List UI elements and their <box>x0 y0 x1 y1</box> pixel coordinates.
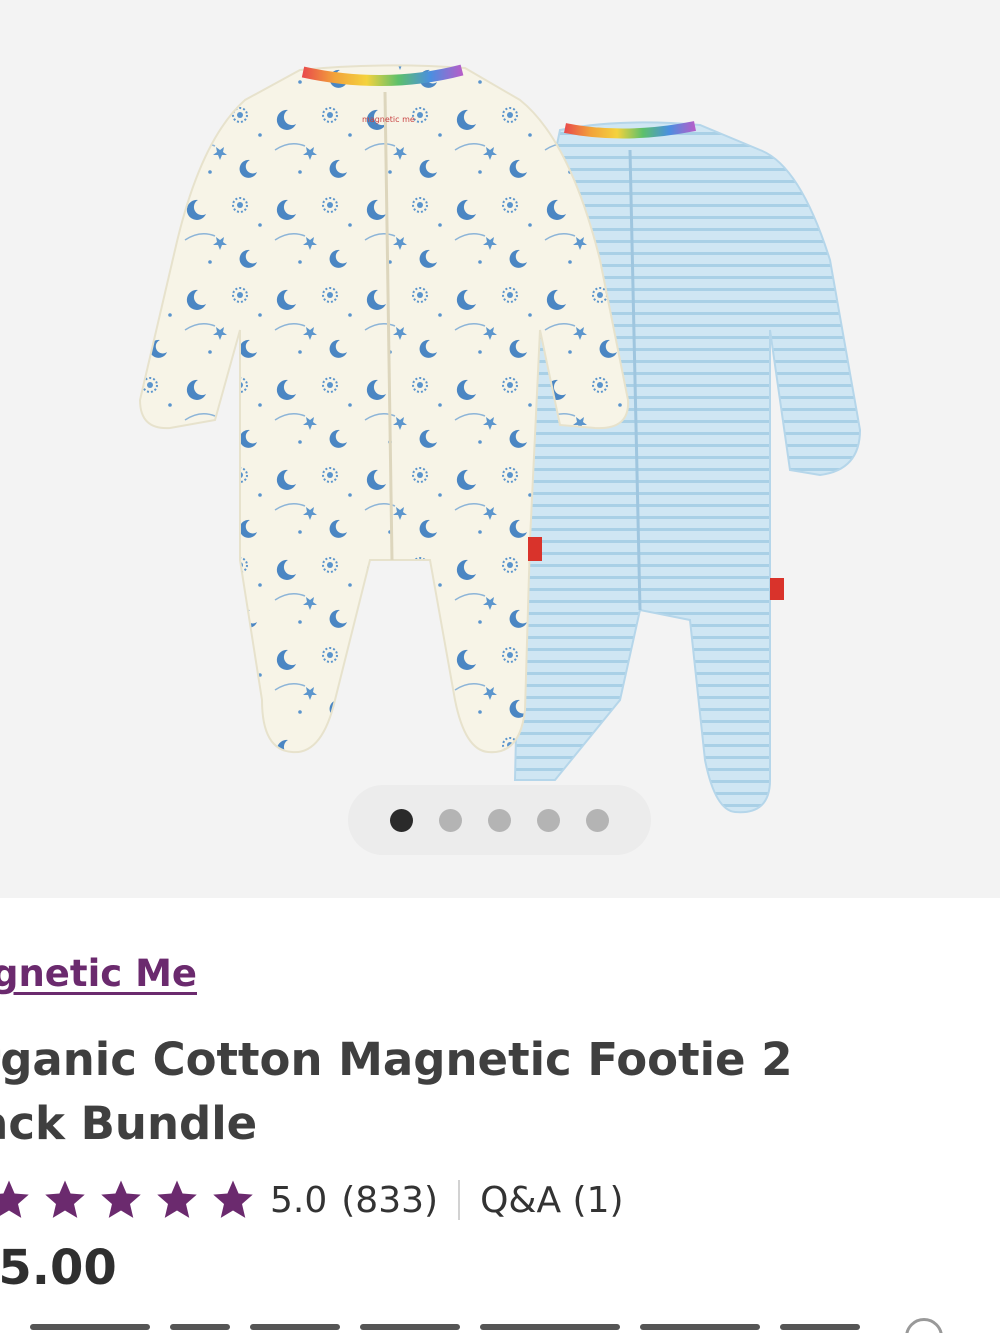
star-rating[interactable] <box>0 1177 256 1223</box>
info-icon[interactable] <box>905 1318 943 1333</box>
star-icon <box>157 1180 197 1218</box>
gallery-dot-3[interactable] <box>488 808 511 832</box>
star-icon <box>101 1180 141 1218</box>
review-count-link[interactable]: (833) <box>341 1180 438 1221</box>
product-image-gallery[interactable]: magnetic me <box>0 0 1000 898</box>
gallery-pagination <box>348 785 651 855</box>
star-icon <box>213 1180 253 1218</box>
brand-link[interactable]: agnetic Me <box>0 952 197 995</box>
divider <box>458 1180 461 1220</box>
gallery-dot-4[interactable] <box>537 808 560 832</box>
svg-text:magnetic me: magnetic me <box>362 115 415 124</box>
qa-link[interactable]: Q&A (1) <box>480 1180 623 1221</box>
gallery-dot-5[interactable] <box>586 808 609 832</box>
gallery-dot-1[interactable] <box>390 808 413 832</box>
gallery-dot-2[interactable] <box>439 808 462 832</box>
star-icon <box>0 1180 29 1218</box>
rating-row: 5.0 (833) Q&A (1) <box>0 1170 624 1230</box>
product-price: 45.00 <box>0 1240 117 1296</box>
star-icon <box>45 1180 85 1218</box>
product-title: rganic Cotton Magnetic Footie 2 ack Bund… <box>0 1033 793 1150</box>
rating-value: 5.0 <box>270 1179 328 1221</box>
product-image: magnetic me <box>138 64 862 814</box>
clipped-next-line <box>0 1318 1000 1333</box>
